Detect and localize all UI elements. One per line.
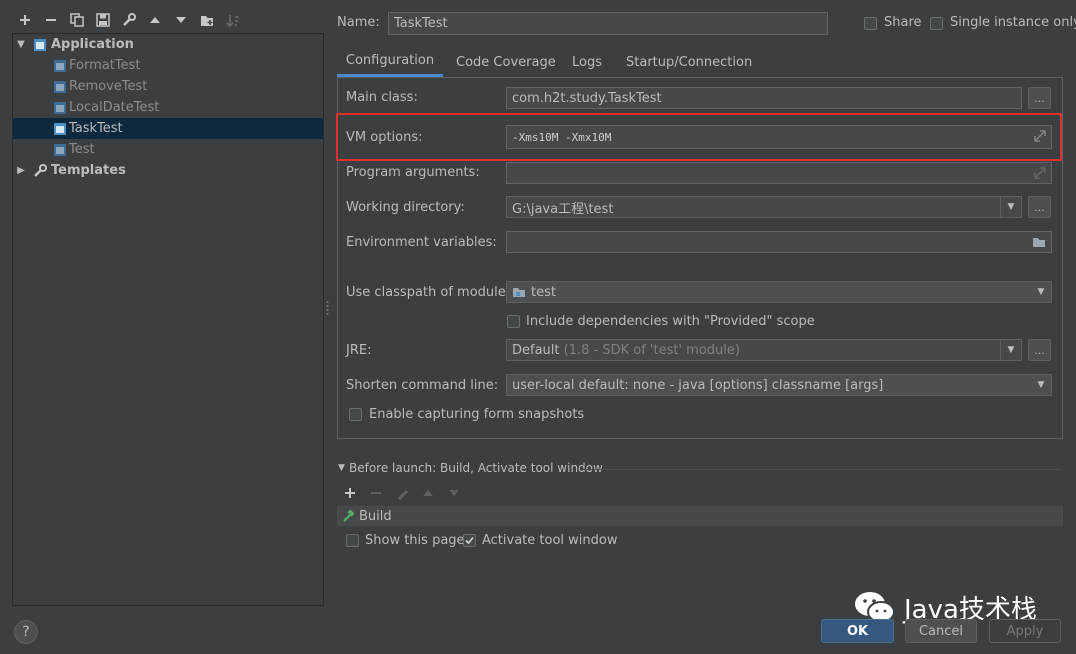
show-page-checkbox[interactable] <box>346 534 359 547</box>
remove-icon[interactable] <box>42 11 60 29</box>
jre-browse-button[interactable]: ... <box>1028 339 1051 361</box>
show-page-label: Show this page <box>365 533 465 548</box>
add-icon[interactable] <box>344 487 356 499</box>
class-config-icon <box>53 59 67 73</box>
ok-button[interactable]: OK <box>821 619 894 643</box>
class-config-icon <box>53 80 67 94</box>
splitter-handle[interactable] <box>326 300 329 316</box>
move-down-icon[interactable] <box>448 488 460 498</box>
main-class-browse-button[interactable]: ... <box>1028 87 1051 109</box>
main-class-label: Main class: <box>346 90 418 105</box>
working-directory-browse-button[interactable]: ... <box>1028 196 1051 218</box>
module-folder-icon <box>512 286 526 298</box>
environment-variables-label: Environment variables: <box>346 235 497 250</box>
tab-code-coverage[interactable]: Code Coverage <box>456 47 556 77</box>
dropdown-arrow-icon[interactable]: ▼ <box>1000 197 1021 217</box>
new-folder-icon[interactable] <box>198 11 216 29</box>
wrench-icon <box>33 163 47 178</box>
tree-item-label: RemoveTest <box>69 79 148 94</box>
before-launch-item-build[interactable]: Build <box>337 506 1063 526</box>
remove-icon[interactable] <box>370 487 382 499</box>
tab-configuration[interactable]: Configuration <box>337 47 443 77</box>
tree-node-application[interactable]: ▼ Application <box>13 34 323 55</box>
include-dependencies-checkbox[interactable] <box>507 315 520 328</box>
single-instance-checkbox[interactable] <box>930 17 943 30</box>
tree-item-label: TaskTest <box>69 121 123 136</box>
include-dependencies-label: Include dependencies with "Provided" sco… <box>526 314 815 329</box>
tree-item-removetest[interactable]: RemoveTest <box>13 76 323 97</box>
activate-tool-window-label: Activate tool window <box>482 533 618 548</box>
edit-icon[interactable] <box>396 486 410 500</box>
help-button[interactable]: ? <box>14 620 38 644</box>
tree-item-localdatetest[interactable]: LocalDateTest <box>13 97 323 118</box>
tree-label-application: Application <box>51 37 134 52</box>
expand-field-icon[interactable] <box>1034 130 1046 142</box>
environment-variables-input[interactable] <box>506 231 1052 253</box>
program-arguments-label: Program arguments: <box>346 165 480 180</box>
hammer-icon <box>341 509 355 523</box>
tree-item-label: LocalDateTest <box>69 100 160 115</box>
add-icon[interactable] <box>16 11 34 29</box>
tab-logs[interactable]: Logs <box>572 47 602 77</box>
program-arguments-input[interactable] <box>506 162 1052 184</box>
configuration-tree: ▼ Application FormatTest RemoveTest Loca… <box>12 33 324 606</box>
move-down-icon[interactable] <box>172 11 190 29</box>
sort-icon[interactable] <box>224 11 242 29</box>
class-config-icon <box>53 143 67 157</box>
class-config-icon <box>53 101 67 115</box>
vm-options-label: VM options: <box>346 130 423 145</box>
tree-node-templates[interactable]: ▶ Templates <box>13 160 323 181</box>
tree-item-label: Test <box>69 142 95 157</box>
tree-item-tasktest[interactable]: TaskTest <box>13 118 323 139</box>
name-input[interactable]: TaskTest <box>388 12 828 35</box>
expand-arrow-icon[interactable]: ▼ <box>15 39 27 50</box>
divider <box>582 469 1062 470</box>
classpath-module-combo[interactable]: test ▼ <box>506 281 1052 303</box>
classpath-module-label: Use classpath of module: <box>346 285 511 300</box>
apply-button[interactable]: Apply <box>989 619 1061 643</box>
single-instance-label: Single instance only <box>950 15 1076 30</box>
dropdown-arrow-icon[interactable]: ▼ <box>1031 282 1051 302</box>
tree-label-templates: Templates <box>51 163 126 178</box>
vm-options-input[interactable]: -Xms10M -Xmx10M <box>506 125 1052 149</box>
activate-tool-window-checkbox[interactable] <box>463 534 476 547</box>
tab-startup-connection[interactable]: Startup/Connection <box>626 47 752 77</box>
class-config-icon <box>53 122 67 136</box>
share-label: Share <box>884 15 922 30</box>
shorten-command-line-label: Shorten command line: <box>346 378 499 393</box>
main-class-input[interactable]: com.h2t.study.TaskTest <box>506 87 1022 109</box>
collapse-arrow-icon[interactable]: ▼ <box>338 463 345 473</box>
form-snapshots-label: Enable capturing form snapshots <box>369 407 585 422</box>
working-directory-combo[interactable]: G:\java工程\test ▼ <box>506 196 1022 218</box>
save-icon[interactable] <box>94 11 112 29</box>
copy-icon[interactable] <box>68 11 86 29</box>
move-up-icon[interactable] <box>422 488 434 498</box>
wrench-icon[interactable] <box>120 11 138 29</box>
jre-combo[interactable]: Default (1.8 - SDK of 'test' module) ▼ <box>506 339 1022 361</box>
tree-item-test[interactable]: Test <box>13 139 323 160</box>
share-checkbox[interactable] <box>864 17 877 30</box>
dropdown-arrow-icon[interactable]: ▼ <box>1000 340 1021 360</box>
application-icon <box>33 38 47 52</box>
form-snapshots-checkbox[interactable] <box>349 408 362 421</box>
build-label: Build <box>359 508 392 524</box>
working-directory-label: Working directory: <box>346 200 465 215</box>
tree-item-label: FormatTest <box>69 58 141 73</box>
move-up-icon[interactable] <box>146 11 164 29</box>
folder-icon[interactable] <box>1032 236 1046 248</box>
jre-label: JRE: <box>346 343 372 358</box>
tree-item-formattest[interactable]: FormatTest <box>13 55 323 76</box>
cancel-button[interactable]: Cancel <box>905 619 977 643</box>
collapse-arrow-icon[interactable]: ▶ <box>15 165 27 176</box>
dropdown-arrow-icon[interactable]: ▼ <box>1031 375 1051 395</box>
shorten-command-line-combo[interactable]: user-local default: none - java [options… <box>506 374 1052 396</box>
expand-field-icon[interactable] <box>1034 167 1046 179</box>
before-launch-title: Before launch: Build, Activate tool wind… <box>349 461 603 475</box>
name-label: Name: <box>337 15 380 30</box>
